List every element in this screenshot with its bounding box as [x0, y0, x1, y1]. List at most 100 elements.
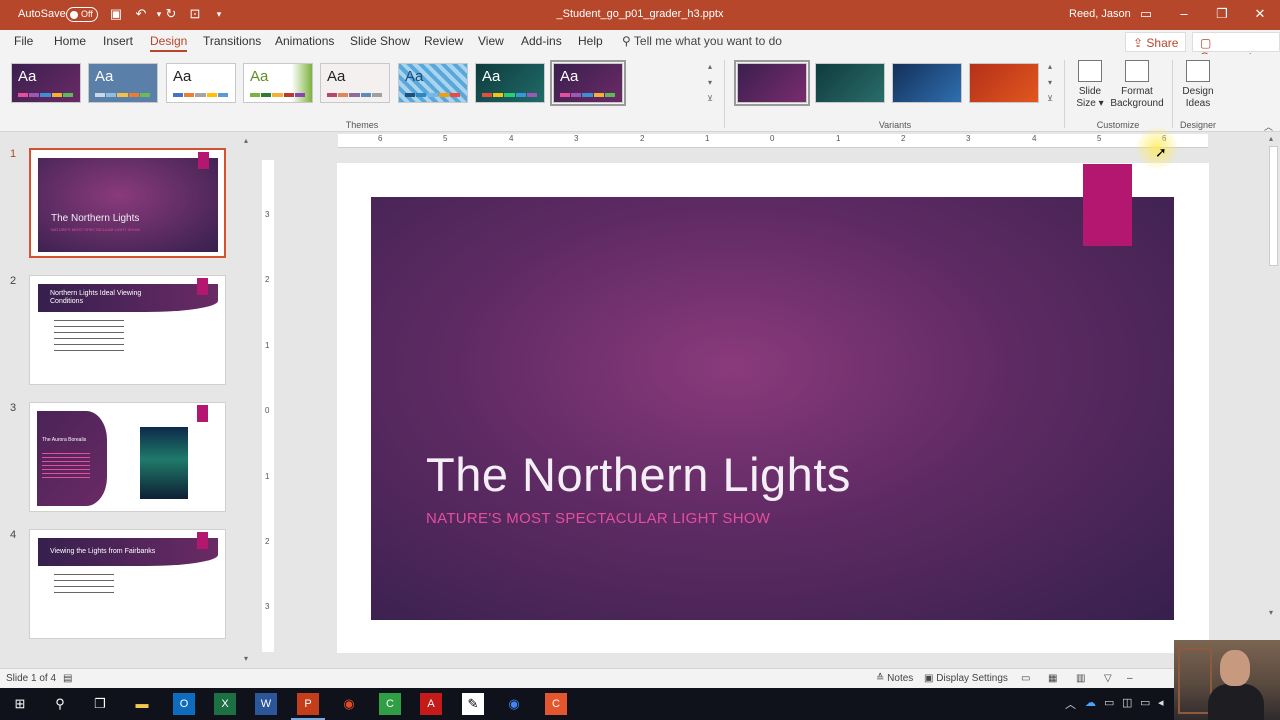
thumb-slide-bg: [38, 158, 218, 252]
tab-insert[interactable]: Insert: [103, 34, 133, 48]
tab-animations[interactable]: Animations: [275, 34, 334, 48]
scroll-thumb[interactable]: [1269, 146, 1278, 266]
variant-thumbnail-selected[interactable]: [734, 60, 810, 106]
variant-thumbnail[interactable]: [892, 63, 962, 103]
file-explorer-icon[interactable]: ▬: [131, 693, 153, 715]
theme-thumbnail[interactable]: Aa: [475, 63, 545, 103]
slide-number: 1: [10, 148, 17, 160]
gallery-more-icon[interactable]: ⊻: [705, 94, 715, 103]
reading-view-icon[interactable]: ▥: [1076, 673, 1085, 684]
vertical-ruler[interactable]: 3 2 1 0 1 2 3: [262, 160, 274, 652]
theme-thumbnail-selected[interactable]: Aa: [550, 60, 626, 106]
tab-slide-show[interactable]: Slide Show: [350, 34, 410, 48]
network-icon[interactable]: ◫: [1122, 696, 1132, 709]
maximize-icon[interactable]: ❐: [1213, 6, 1231, 22]
gallery-up-icon[interactable]: ▴: [705, 62, 715, 71]
slide-title[interactable]: The Northern Lights: [426, 447, 851, 502]
status-bar: Slide 1 of 4 ▤ ≙ Notes ▣ Display Setting…: [0, 668, 1280, 688]
spelling-icon[interactable]: ▤: [63, 673, 72, 684]
theme-thumbnail[interactable]: Aa: [243, 63, 313, 103]
tell-me-text: Tell me what you want to do: [633, 34, 782, 48]
scroll-down-icon[interactable]: ▾: [1269, 608, 1273, 617]
share-button[interactable]: ⇪ Share: [1125, 32, 1187, 52]
slide-thumbnail-4[interactable]: Viewing the Lights from Fairbanks: [29, 529, 226, 639]
tray-app-icon[interactable]: ▭: [1104, 696, 1114, 709]
user-name[interactable]: Reed, Jason: [1069, 8, 1131, 20]
tab-add-ins[interactable]: Add-ins: [521, 34, 562, 48]
acrobat-icon[interactable]: A: [420, 693, 442, 715]
slide-sorter-icon[interactable]: ▦: [1048, 673, 1057, 684]
presenter-body: [1208, 684, 1264, 720]
scroll-down-icon[interactable]: ▾: [244, 654, 248, 663]
design-ideas-label-1: Design: [1182, 86, 1214, 97]
minimize-icon[interactable]: –: [1175, 6, 1193, 21]
slide-thumbnail-1[interactable]: The Northern Lights NATURE'S MOST SPECTA…: [29, 148, 226, 258]
slide-number: 2: [10, 275, 17, 287]
ruler-tick: 3: [574, 134, 579, 143]
thumbnail-scrollbar[interactable]: ▴ ▾: [243, 132, 253, 668]
close-icon[interactable]: ✕: [1251, 6, 1269, 22]
zoom-out-icon[interactable]: –: [1127, 673, 1133, 684]
ribbon-display-options-icon[interactable]: ▭: [1137, 6, 1155, 22]
windows-start-icon[interactable]: ⊞: [9, 693, 31, 715]
slide-thumbnail-3[interactable]: The Aurora Borealis: [29, 402, 226, 512]
variants-more-icon[interactable]: ⊻: [1045, 94, 1055, 103]
slide-scrollbar[interactable]: ▴ ▾: [1267, 132, 1280, 622]
ruler-tick: 5: [1097, 134, 1102, 143]
theme-thumbnail[interactable]: Aa: [398, 63, 468, 103]
ruler-tick: 4: [1032, 134, 1037, 143]
onedrive-icon[interactable]: ☁: [1085, 696, 1096, 709]
title-slide[interactable]: The Northern Lights NATURE'S MOST SPECTA…: [371, 197, 1174, 620]
volume-icon[interactable]: ◂: [1158, 696, 1164, 709]
powerpoint-icon[interactable]: P: [291, 693, 325, 720]
outlook-icon[interactable]: O: [173, 693, 195, 715]
camtasia-icon[interactable]: C: [379, 693, 401, 715]
variants-down-icon[interactable]: ▾: [1045, 78, 1055, 87]
tab-design[interactable]: Design: [150, 34, 188, 52]
normal-view-icon[interactable]: ▭: [1021, 673, 1030, 684]
thumb-text-lines: [42, 453, 90, 479]
ribbon-separator: [1172, 60, 1173, 128]
format-background-button[interactable]: Format Background: [1110, 60, 1164, 110]
battery-icon[interactable]: ▭: [1140, 696, 1150, 709]
comments-button[interactable]: ▢ Comments: [1192, 32, 1280, 64]
slideshow-view-icon[interactable]: ▽: [1104, 673, 1112, 684]
scroll-up-icon[interactable]: ▴: [244, 136, 248, 145]
search-icon[interactable]: ⚲: [49, 693, 71, 715]
tab-transitions[interactable]: Transitions: [203, 34, 261, 48]
slide-thumbnail-2[interactable]: Northern Lights Ideal Viewing Conditions: [29, 275, 226, 385]
notes-button[interactable]: ≙ Notes: [876, 673, 913, 684]
chrome-icon[interactable]: ◉: [503, 693, 525, 715]
design-ideas-button[interactable]: Design Ideas: [1180, 60, 1216, 110]
tab-view[interactable]: View: [478, 34, 504, 48]
task-view-icon[interactable]: ❐: [89, 693, 111, 715]
slide-size-button[interactable]: Slide Size ▾: [1072, 60, 1108, 110]
theme-thumbnail[interactable]: Aa: [88, 63, 158, 103]
word-icon[interactable]: W: [255, 693, 277, 715]
notepad-icon[interactable]: ✎: [462, 693, 484, 715]
theme-thumbnail[interactable]: Aa: [11, 63, 81, 103]
tab-review[interactable]: Review: [424, 34, 463, 48]
tab-file[interactable]: File: [14, 34, 33, 48]
notes-label: Notes: [887, 673, 914, 684]
variant-thumbnail[interactable]: [969, 63, 1039, 103]
excel-icon[interactable]: X: [214, 693, 236, 715]
scroll-up-icon[interactable]: ▴: [1269, 134, 1273, 143]
gallery-down-icon[interactable]: ▾: [705, 78, 715, 87]
theme-thumbnail[interactable]: Aa: [166, 63, 236, 103]
tab-help[interactable]: Help: [578, 34, 603, 48]
variants-up-icon[interactable]: ▴: [1045, 62, 1055, 71]
display-settings-button[interactable]: ▣ Display Settings: [924, 673, 1008, 684]
horizontal-ruler[interactable]: 6 5 4 3 2 1 0 1 2 3 4 5 6: [338, 134, 1208, 148]
theme-thumbnail[interactable]: Aa: [320, 63, 390, 103]
slide-size-label-1: Slide: [1078, 86, 1102, 97]
display-icon: ▣: [924, 673, 937, 684]
tell-me-search[interactable]: ⚲ Tell me what you want to do: [622, 34, 782, 48]
chrome-icon[interactable]: ◉: [338, 693, 360, 715]
slide-subtitle[interactable]: NATURE'S MOST SPECTACULAR LIGHT SHOW: [426, 510, 770, 527]
tab-home[interactable]: Home: [54, 34, 86, 48]
theme-sample-text: Aa: [250, 68, 269, 85]
snagit-icon[interactable]: C: [545, 693, 567, 715]
tray-chevron-icon[interactable]: ︿: [1065, 696, 1076, 712]
variant-thumbnail[interactable]: [815, 63, 885, 103]
